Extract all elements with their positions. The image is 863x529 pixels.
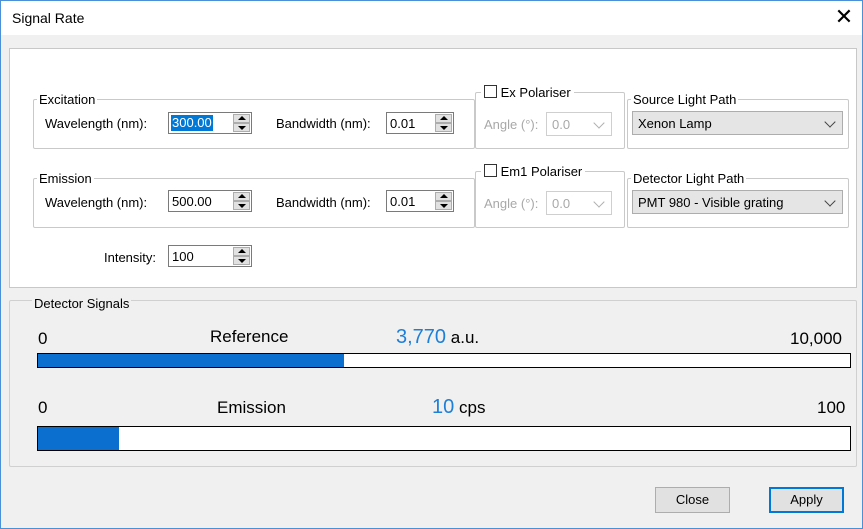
- emission-min: 0: [38, 398, 48, 417]
- spin-down-icon[interactable]: [435, 123, 452, 132]
- window-title: Signal Rate: [12, 10, 85, 26]
- close-icon[interactable]: ✕: [832, 5, 856, 29]
- excitation-wavelength-spinner[interactable]: 300.00: [168, 112, 252, 134]
- source-light-path-select[interactable]: Xenon Lamp: [632, 111, 843, 135]
- intensity-label: Intensity:: [104, 250, 157, 265]
- ex-polariser-label[interactable]: Ex Polariser: [501, 85, 571, 100]
- em1-angle-select[interactable]: 0.0: [546, 191, 612, 215]
- emission-signal-label: Emission: [217, 398, 286, 417]
- detector-light-path-select[interactable]: PMT 980 - Visible grating: [632, 190, 843, 214]
- chevron-down-icon: [593, 196, 605, 208]
- ex-angle-label: Angle (°):: [484, 117, 539, 132]
- em1-angle-label: Angle (°):: [484, 196, 539, 211]
- chevron-down-icon: [824, 116, 836, 128]
- excitation-bandwidth-value: 0.01: [390, 116, 416, 131]
- excitation-bandwidth-label: Bandwidth (nm):: [276, 116, 371, 131]
- em1-polariser-checkbox[interactable]: [484, 164, 497, 178]
- ex-polariser-checkbox[interactable]: [484, 85, 497, 99]
- detector-light-path-label: Detector Light Path: [633, 171, 745, 186]
- spin-up-icon[interactable]: [435, 114, 452, 123]
- spin-up-icon[interactable]: [233, 247, 250, 256]
- emission-bandwidth-value: 0.01: [390, 194, 416, 209]
- emission-progress-bar: [37, 426, 851, 451]
- title-bar: Signal Rate ✕: [1, 1, 862, 35]
- reference-readout: 3,770 a.u.: [396, 326, 479, 349]
- emission-wavelength-value: 500.00: [172, 194, 212, 209]
- intensity-value: 100: [172, 249, 194, 264]
- chevron-down-icon: [593, 117, 605, 129]
- excitation-wavelength-value: 300.00: [171, 115, 213, 131]
- excitation-group-label: Excitation: [39, 92, 96, 107]
- spin-up-icon[interactable]: [233, 114, 250, 123]
- detector-signals-label: Detector Signals: [32, 296, 132, 311]
- em1-angle-value: 0.0: [552, 196, 571, 211]
- reference-min: 0: [38, 329, 48, 348]
- excitation-wavelength-label: Wavelength (nm):: [45, 116, 148, 131]
- reference-max: 10,000: [790, 329, 842, 348]
- reference-progress-bar: [37, 353, 851, 368]
- emission-signal-value: 10: [432, 396, 455, 418]
- emission-wavelength-label: Wavelength (nm):: [45, 195, 148, 210]
- emission-bandwidth-label: Bandwidth (nm):: [276, 195, 371, 210]
- ex-polariser-header: Ex Polariser: [481, 84, 574, 102]
- ex-angle-select[interactable]: 0.0: [546, 112, 612, 136]
- spin-down-icon[interactable]: [435, 201, 452, 210]
- emission-readout: 10 cps: [432, 396, 485, 419]
- ex-angle-value: 0.0: [552, 117, 571, 132]
- intensity-spinner[interactable]: 100: [168, 245, 252, 267]
- source-light-path-label: Source Light Path: [633, 92, 737, 107]
- excitation-bandwidth-spinner[interactable]: 0.01: [386, 112, 454, 134]
- spin-down-icon[interactable]: [233, 201, 250, 210]
- spin-up-icon[interactable]: [233, 192, 250, 201]
- chevron-down-icon: [824, 195, 836, 207]
- source-light-path-value: Xenon Lamp: [638, 116, 712, 131]
- reference-value: 3,770: [396, 326, 447, 348]
- emission-wavelength-spinner[interactable]: 500.00: [168, 190, 252, 212]
- emission-bandwidth-spinner[interactable]: 0.01: [386, 190, 454, 212]
- spin-down-icon[interactable]: [233, 256, 250, 265]
- reference-progress-fill: [38, 354, 345, 367]
- emission-signal-unit: cps: [458, 398, 486, 417]
- emission-group-label: Emission: [39, 171, 92, 186]
- close-button[interactable]: Close: [655, 487, 730, 513]
- detector-light-path-value: PMT 980 - Visible grating: [638, 195, 784, 210]
- em1-polariser-label[interactable]: Em1 Polariser: [501, 164, 583, 179]
- spin-down-icon[interactable]: [233, 123, 250, 132]
- emission-progress-fill: [38, 427, 120, 450]
- emission-max: 100: [817, 398, 846, 417]
- spin-up-icon[interactable]: [435, 192, 452, 201]
- settings-panel: Excitation Wavelength (nm): 300.00 Bandw…: [9, 48, 857, 288]
- reference-label: Reference: [210, 327, 289, 346]
- em1-polariser-header: Em1 Polariser: [481, 163, 586, 181]
- apply-button[interactable]: Apply: [769, 487, 844, 513]
- reference-unit: a.u.: [450, 328, 480, 347]
